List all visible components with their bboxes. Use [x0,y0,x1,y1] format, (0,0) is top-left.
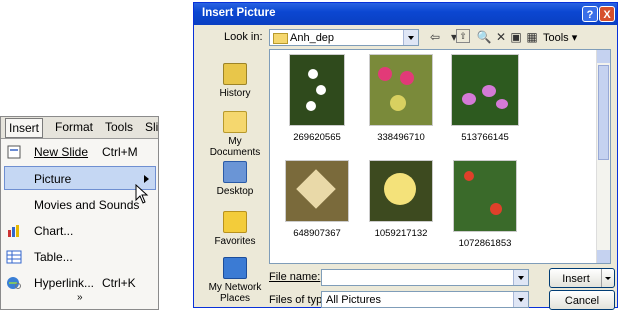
title-bar: Insert Picture ? X [194,3,617,25]
my-documents-icon [223,111,247,133]
thumbnail-image [453,160,517,232]
thumbnail-image [369,54,433,126]
file-item[interactable]: 648907367 [278,160,356,239]
search-web-icon[interactable]: 🔍 [476,29,492,45]
menu-tools[interactable]: Tools [105,120,133,134]
delete-icon[interactable]: ✕ [493,29,509,45]
my-network-places-icon [223,257,247,279]
chevron-down-icon[interactable] [403,30,418,45]
file-item[interactable]: 513766145 [446,54,524,143]
menu-item-chart[interactable]: Chart... [1,219,158,243]
chart-icon [8,225,19,237]
place-history[interactable]: History [202,63,268,99]
close-button[interactable]: X [599,6,615,22]
thumbnail-image [285,160,349,222]
chevron-down-icon[interactable] [513,292,528,307]
file-name-label: File name: [269,271,321,283]
scroll-thumb[interactable] [598,65,609,160]
place-my-documents[interactable]: My Documents [202,111,268,158]
menu-item-table[interactable]: Table... [1,245,158,269]
favorites-icon [223,211,247,233]
look-in-label: Look in: [224,31,263,43]
insert-menu: Insert Format Tools Sli New Slide Ctrl+M… [0,116,159,310]
file-name-input[interactable] [321,269,529,286]
history-icon [223,63,247,85]
mouse-pointer-icon [135,184,149,204]
place-my-network-places[interactable]: My Network Places [202,257,268,304]
table-icon [6,250,22,264]
desktop-icon [223,161,247,183]
tools-menu[interactable]: Tools ▾ [543,31,577,44]
help-button[interactable]: ? [582,6,598,22]
scroll-down-icon[interactable] [597,250,610,263]
views-icon[interactable]: ▦ [524,29,540,45]
file-item[interactable]: 1072861853 [446,160,524,249]
insert-picture-dialog: Insert Picture ? X Look in: Anh_dep ⇦ ▾ … [193,2,618,310]
thumbnail-image [369,160,433,222]
file-list: 269620565 338496710 513766145 648907367 [269,49,611,264]
files-of-type-select[interactable]: All Pictures [321,291,529,308]
file-item[interactable]: 338496710 [362,54,440,143]
more-items-chevron-icon[interactable]: » [77,292,83,303]
new-slide-icon [7,145,21,159]
folder-icon [273,33,288,44]
menu-insert[interactable]: Insert [5,118,44,138]
place-favorites[interactable]: Favorites [202,211,268,247]
places-bar: History My Documents Desktop Favorites M… [202,49,268,306]
up-folder-icon[interactable]: ⇧ [456,29,470,43]
menu-slide-show[interactable]: Sli [145,120,158,134]
chevron-down-icon[interactable] [513,270,528,285]
thumbnail-image [451,54,519,126]
scroll-up-icon[interactable] [597,50,610,63]
hyperlink-icon [7,277,21,289]
menu-item-picture[interactable]: Picture [4,166,156,190]
menu-item-new-slide[interactable]: New Slide Ctrl+M [1,140,158,164]
menu-bar: Insert Format Tools Sli [1,117,158,139]
insert-options-chevron-icon[interactable] [601,269,614,287]
thumbnail-image [289,54,345,126]
submenu-arrow-icon [144,175,149,183]
insert-button[interactable]: Insert [549,268,615,288]
vertical-scrollbar[interactable] [596,50,610,263]
file-item[interactable]: 1059217132 [362,160,440,239]
file-item[interactable]: 269620565 [278,54,356,143]
menu-format[interactable]: Format [55,120,93,134]
back-icon[interactable]: ⇦ [427,29,443,45]
cancel-button[interactable]: Cancel [549,290,615,310]
look-in-select[interactable]: Anh_dep [269,29,419,46]
new-folder-icon[interactable]: ▣ [508,29,524,45]
dialog-title: Insert Picture [202,7,276,19]
place-desktop[interactable]: Desktop [202,161,268,197]
